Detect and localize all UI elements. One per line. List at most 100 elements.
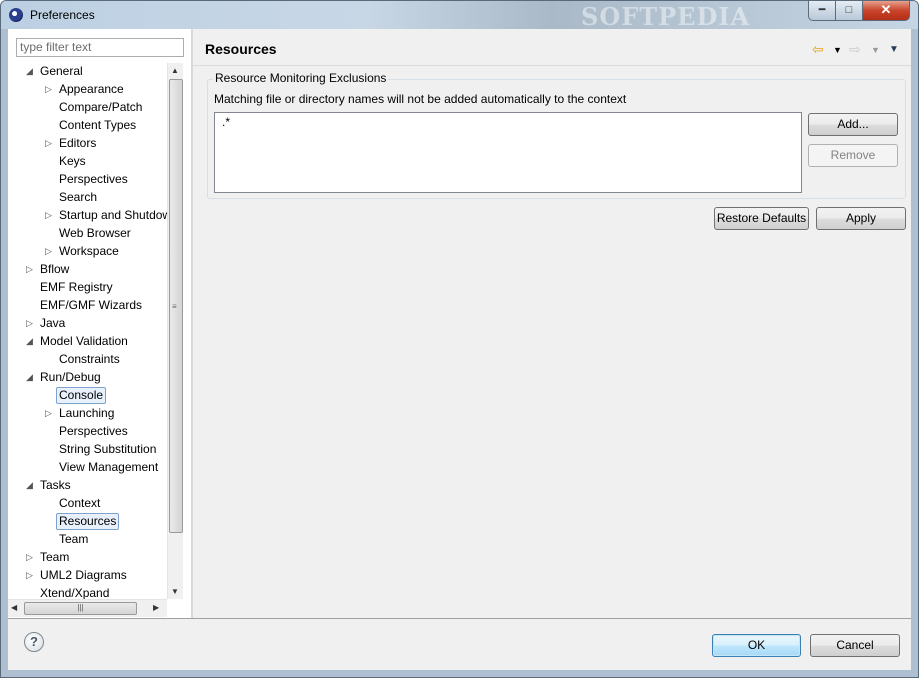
tree-item[interactable]: ◢ Run/Debug	[26, 369, 101, 386]
forward-dropdown-icon[interactable]: ▼	[871, 45, 880, 55]
collapsed-twistie-icon[interactable]: ▷	[26, 567, 33, 584]
eclipse-icon	[9, 8, 23, 22]
title-separator	[193, 65, 911, 66]
tree-vertical-scrollbar[interactable]: ▲ ≡ ▼	[167, 63, 183, 599]
tree-item[interactable]: Perspectives	[59, 423, 128, 440]
dialog-client: type filter text ◢ General ▷ Appearance Comp…	[8, 29, 911, 670]
tree-item-label: EMF Registry	[40, 280, 113, 294]
scroll-left-icon[interactable]: ◀	[11, 603, 17, 612]
tree-item[interactable]: ▷ Workspace	[45, 243, 119, 260]
tree-item-label: Java	[40, 316, 66, 330]
view-menu-icon[interactable]: ▼	[889, 44, 899, 55]
tree-item[interactable]: ▷ Bflow	[26, 261, 70, 278]
horizontal-scroll-thumb[interactable]: |||	[24, 602, 137, 615]
tree-item-label: Launching	[59, 406, 115, 420]
tree-item[interactable]: Search	[59, 189, 97, 206]
collapsed-twistie-icon[interactable]: ▷	[45, 207, 52, 224]
exclusions-list[interactable]: .*	[214, 112, 802, 193]
back-dropdown-icon[interactable]: ▼	[833, 45, 842, 55]
tree-item-label: Model Validation	[40, 334, 128, 348]
tree-item-label: Xtend/Xpand	[40, 586, 110, 599]
tree-item[interactable]: ▷ Team	[26, 549, 70, 566]
footer-separator	[8, 618, 911, 619]
tree-item[interactable]: Team	[59, 531, 88, 548]
tree-item-label: Startup and Shutdown	[59, 208, 168, 222]
tree-item-label: String Substitution	[59, 442, 157, 456]
expanded-twistie-icon[interactable]: ◢	[26, 477, 33, 494]
preference-tree: ◢ General ▷ Appearance Compare/Patch Content …	[8, 63, 168, 599]
tree-item[interactable]: EMF Registry	[40, 279, 113, 296]
close-button[interactable]: ✕	[862, 1, 910, 21]
collapsed-twistie-icon[interactable]: ▷	[45, 243, 52, 260]
collapsed-twistie-icon[interactable]: ▷	[45, 405, 52, 422]
tree-item[interactable]: Compare/Patch	[59, 99, 142, 116]
tree-item[interactable]: View Management	[59, 459, 158, 476]
scroll-right-icon[interactable]: ▶	[153, 603, 159, 612]
vertical-scroll-thumb[interactable]: ≡	[169, 79, 183, 533]
tree-item[interactable]: Resources	[56, 513, 120, 530]
collapsed-twistie-icon[interactable]: ▷	[26, 549, 33, 566]
tree-item[interactable]: EMF/GMF Wizards	[40, 297, 142, 314]
help-icon[interactable]: ?	[24, 632, 44, 652]
tree-item-label: Context	[59, 496, 101, 510]
tree-item[interactable]: String Substitution	[59, 441, 156, 458]
tree-item[interactable]: ◢ Tasks	[26, 477, 71, 494]
tree-item-label: Console	[59, 388, 104, 402]
scroll-up-icon[interactable]: ▲	[171, 66, 179, 75]
ok-button[interactable]: OK	[712, 634, 801, 657]
add-button[interactable]: Add...	[808, 113, 898, 136]
tree-item[interactable]: ◢ Model Validation	[26, 333, 128, 350]
tree-item-label: View Management	[59, 460, 159, 474]
tree-item[interactable]: ▷ UML2 Diagrams	[26, 567, 127, 584]
tree-item[interactable]: Content Types	[59, 117, 136, 134]
forward-arrow-icon[interactable]: ⇨	[849, 41, 861, 58]
apply-button[interactable]: Apply	[816, 207, 906, 230]
tree-item[interactable]: ▷ Java	[26, 315, 66, 332]
tree-item-label: UML2 Diagrams	[40, 568, 127, 582]
tree-item[interactable]: Xtend/Xpand	[40, 585, 109, 599]
tree-item[interactable]: Context	[59, 495, 100, 512]
tree-item[interactable]: Keys	[59, 153, 86, 170]
title-bar[interactable]: Preferences SOFTPEDIA ━ □ ✕	[1, 1, 918, 31]
tree-item-label: Team	[40, 550, 70, 564]
tree-item[interactable]: ▷ Launching	[45, 405, 115, 422]
tree-item-label: Keys	[59, 154, 86, 168]
restore-defaults-button[interactable]: Restore Defaults	[714, 207, 809, 230]
tree-item-label: Bflow	[40, 262, 70, 276]
back-arrow-icon[interactable]: ⇦	[812, 41, 824, 58]
expanded-twistie-icon[interactable]: ◢	[26, 63, 33, 80]
remove-button[interactable]: Remove	[808, 144, 898, 167]
tree-item-label: Editors	[59, 136, 97, 150]
maximize-button[interactable]: □	[835, 1, 863, 21]
tree-item-label: Appearance	[59, 82, 124, 96]
minimize-button[interactable]: ━	[808, 1, 836, 21]
navigation-pane: type filter text ◢ General ▷ Appearance Comp…	[8, 29, 191, 618]
tree-horizontal-scrollbar[interactable]: ◀ ||| ▶	[8, 599, 167, 617]
collapsed-twistie-icon[interactable]: ▷	[45, 81, 52, 98]
tree-item[interactable]: ▷ Appearance	[45, 81, 124, 98]
tree-item[interactable]: Constraints	[59, 351, 120, 368]
tree-item[interactable]: Console	[56, 387, 107, 404]
tree-item-label: Web Browser	[59, 226, 131, 240]
filter-input[interactable]: type filter text	[16, 38, 184, 57]
tree-item[interactable]: ▷ Editors	[45, 135, 97, 152]
tree-item[interactable]: ▷ Startup and Shutdown	[45, 207, 168, 224]
tree-item-label: Constraints	[59, 352, 120, 366]
tree-item-label: Team	[59, 532, 89, 546]
cancel-button[interactable]: Cancel	[810, 634, 900, 657]
tree-item[interactable]: Web Browser	[59, 225, 131, 242]
expanded-twistie-icon[interactable]: ◢	[26, 369, 33, 386]
group-description: Matching file or directory names will no…	[214, 92, 627, 106]
scroll-down-icon[interactable]: ▼	[171, 587, 179, 596]
collapsed-twistie-icon[interactable]: ▷	[26, 261, 33, 278]
tree-item[interactable]: ◢ General	[26, 63, 83, 80]
tree-item[interactable]: Perspectives	[59, 171, 128, 188]
collapsed-twistie-icon[interactable]: ▷	[26, 315, 33, 332]
group-title: Resource Monitoring Exclusions	[213, 71, 389, 85]
preferences-window: Preferences SOFTPEDIA ━ □ ✕ type filter …	[0, 0, 919, 678]
collapsed-twistie-icon[interactable]: ▷	[45, 135, 52, 152]
expanded-twistie-icon[interactable]: ◢	[26, 333, 33, 350]
tree-item-label: Compare/Patch	[59, 100, 143, 114]
page-title: Resources	[205, 41, 277, 57]
list-item[interactable]: .*	[222, 115, 230, 129]
